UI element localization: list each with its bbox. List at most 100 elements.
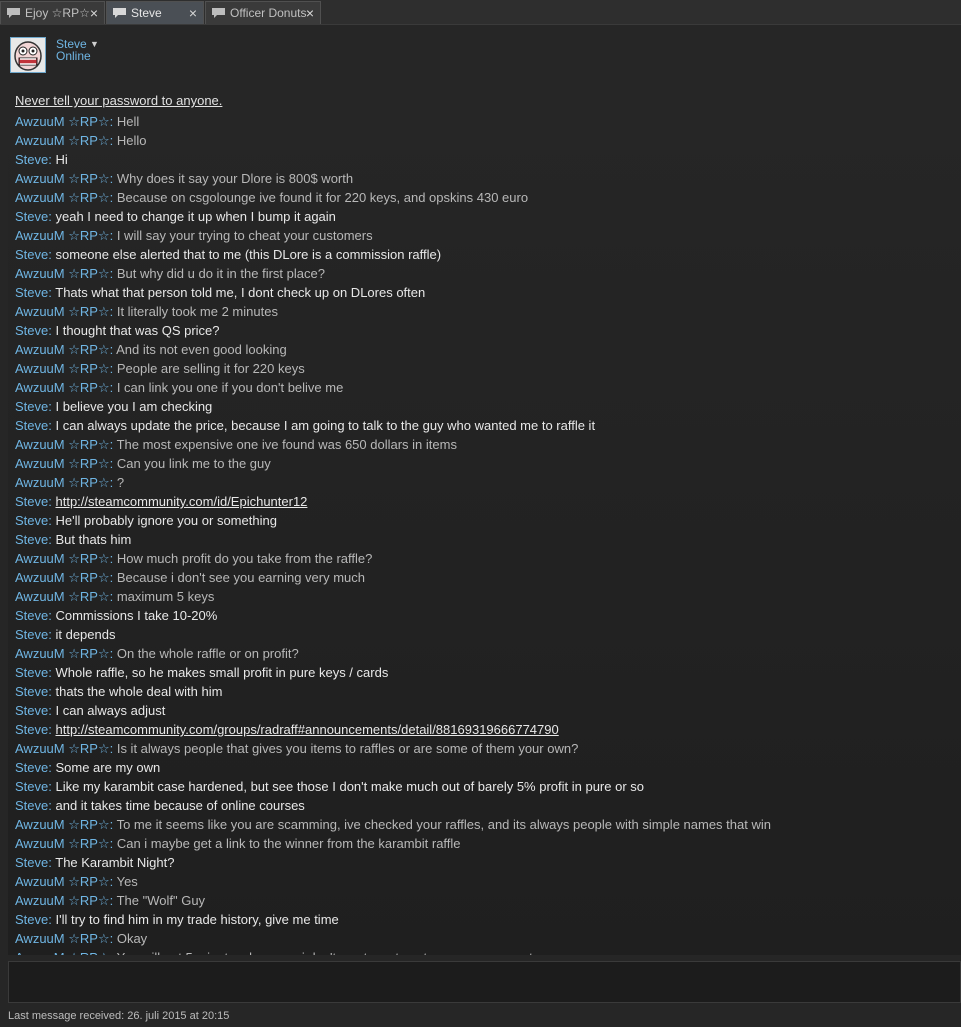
message-row: AwzuuM ☆RP☆: People are selling it for 2… [15,359,961,378]
message-row: Steve: and it takes time because of onli… [15,796,961,815]
message-input[interactable] [8,961,961,1003]
message-sender[interactable]: AwzuuM ☆RP☆ [15,475,110,490]
message-row: Steve: yeah I need to change it up when … [15,207,961,226]
sender-separator: : [109,874,117,889]
message-sender[interactable]: AwzuuM ☆RP☆ [15,817,110,832]
message-sender[interactable]: AwzuuM ☆RP☆ [15,133,110,148]
message-sender[interactable]: AwzuuM ☆RP☆ [15,171,110,186]
friend-status: Online [56,49,91,63]
message-link[interactable]: http://steamcommunity.com/id/Epichunter1… [55,494,307,509]
message-sender[interactable]: Steve [15,855,48,870]
close-icon[interactable]: × [90,2,98,24]
message-sender[interactable]: Steve [15,760,48,775]
message-sender[interactable]: AwzuuM ☆RP☆ [15,874,110,889]
message-sender[interactable]: AwzuuM ☆RP☆ [15,228,110,243]
message-row: AwzuuM ☆RP☆: But why did u do it in the … [15,264,961,283]
message-sender[interactable]: Steve [15,247,48,262]
chevron-down-icon[interactable]: ▼ [90,39,99,49]
tab-ejoy[interactable]: Ejoy ☆RP☆ × [0,1,105,24]
message-text: I will say your trying to cheat your cus… [116,228,373,243]
tab-steve[interactable]: Steve × [106,1,204,24]
sender-separator: : [110,950,117,955]
message-row: Steve: Thats what that person told me, I… [15,283,961,302]
message-sender[interactable]: AwzuuM ☆RP☆ [15,342,110,357]
message-text: The Karambit Night? [55,855,175,870]
last-message-timestamp: Last message received: 26. juli 2015 at … [8,1010,230,1022]
sender-separator: : [109,456,117,471]
close-icon[interactable]: × [306,2,314,24]
message-row: AwzuuM ☆RP☆: Because i don't see you ear… [15,568,961,587]
tab-label: Steve [131,6,162,20]
chat-panel: Steve ▼ Online Never tell your password … [0,25,961,1027]
message-sender[interactable]: AwzuuM ☆RP☆ [15,304,110,319]
sender-separator: : [109,228,117,243]
message-sender[interactable]: Steve [15,608,48,623]
message-text: maximum 5 keys [116,589,215,604]
message-sender[interactable]: AwzuuM ☆RP☆ [15,551,110,566]
message-link[interactable]: http://steamcommunity.com/groups/radraff… [55,722,558,737]
message-row: Steve: I believe you I am checking [15,397,961,416]
message-text: Because on csgolounge ive found it for 2… [116,190,529,205]
message-row: AwzuuM ☆RP☆: Okay [15,929,961,948]
message-row: Steve: I can always adjust [15,701,961,720]
message-row: AwzuuM ☆RP☆: Because on csgolounge ive f… [15,188,961,207]
message-text: Because i don't see you earning very muc… [116,570,366,585]
message-sender[interactable]: AwzuuM ☆RP☆ [15,266,110,281]
message-sender[interactable]: AwzuuM ☆RP☆ [15,646,110,661]
message-sender[interactable]: AwzuuM ☆RP☆ [15,190,110,205]
message-sender[interactable]: Steve [15,703,48,718]
message-text: He'll probably ignore you or something [55,513,277,528]
sender-separator: : [109,190,117,205]
message-sender[interactable]: AwzuuM ☆RP☆ [15,589,110,604]
message-sender[interactable]: Steve [15,418,48,433]
message-sender[interactable]: Steve [15,285,48,300]
message-sender[interactable]: Steve [15,627,48,642]
message-row: AwzuuM ☆RP☆: How much profit do you take… [15,549,961,568]
message-sender[interactable]: Steve [15,532,48,547]
message-row: Steve: The Karambit Night? [15,853,961,872]
message-text: someone else alerted that to me (this DL… [55,247,442,262]
message-text: Can i maybe get a link to the winner fro… [116,836,461,851]
message-text: Hell [116,114,140,129]
tab-officer-donuts[interactable]: Officer Donuts × [205,1,321,24]
message-text: it depends [55,627,116,642]
close-icon[interactable]: × [189,2,197,24]
message-sender[interactable]: AwzuuM ☆RP☆ [15,361,110,376]
message-sender[interactable]: Steve [15,722,48,737]
message-sender[interactable]: AwzuuM ☆RP☆ [15,836,110,851]
message-sender[interactable]: Steve [15,779,48,794]
message-sender[interactable]: Steve [15,399,48,414]
message-sender[interactable]: AwzuuM ☆RP☆ [15,950,110,955]
message-sender[interactable]: Steve [15,684,48,699]
message-sender[interactable]: AwzuuM ☆RP☆ [15,456,110,471]
avatar[interactable] [10,37,46,73]
friend-header: Steve ▼ Online [0,25,961,85]
message-sender[interactable]: Steve [15,912,48,927]
message-sender[interactable]: Steve [15,323,48,338]
message-sender[interactable]: AwzuuM ☆RP☆ [15,380,110,395]
message-sender[interactable]: AwzuuM ☆RP☆ [15,893,110,908]
message-history[interactable]: Never tell your password to anyone. Awzu… [8,89,961,955]
message-row: AwzuuM ☆RP☆: Hell [15,112,961,131]
sender-separator: : [109,646,117,661]
message-sender[interactable]: AwzuuM ☆RP☆ [15,741,110,756]
message-sender[interactable]: AwzuuM ☆RP☆ [15,570,110,585]
sender-separator: : [109,893,117,908]
message-text: I can always update the price, because I… [55,418,596,433]
message-text: Some are my own [55,760,161,775]
message-sender[interactable]: AwzuuM ☆RP☆ [15,437,110,452]
message-row: Steve: it depends [15,625,961,644]
message-row: Steve: But thats him [15,530,961,549]
message-sender[interactable]: Steve [15,513,48,528]
message-text: and it takes time because of online cour… [55,798,305,813]
message-sender[interactable]: Steve [15,152,48,167]
message-sender[interactable]: AwzuuM ☆RP☆ [15,931,110,946]
message-sender[interactable]: Steve [15,209,48,224]
message-sender[interactable]: Steve [15,665,48,680]
sender-separator: : [109,171,117,186]
sender-separator: : [109,570,117,585]
message-row: AwzuuM ☆RP☆: I will say your trying to c… [15,226,961,245]
message-sender[interactable]: Steve [15,494,48,509]
message-sender[interactable]: AwzuuM ☆RP☆ [15,114,110,129]
message-sender[interactable]: Steve [15,798,48,813]
